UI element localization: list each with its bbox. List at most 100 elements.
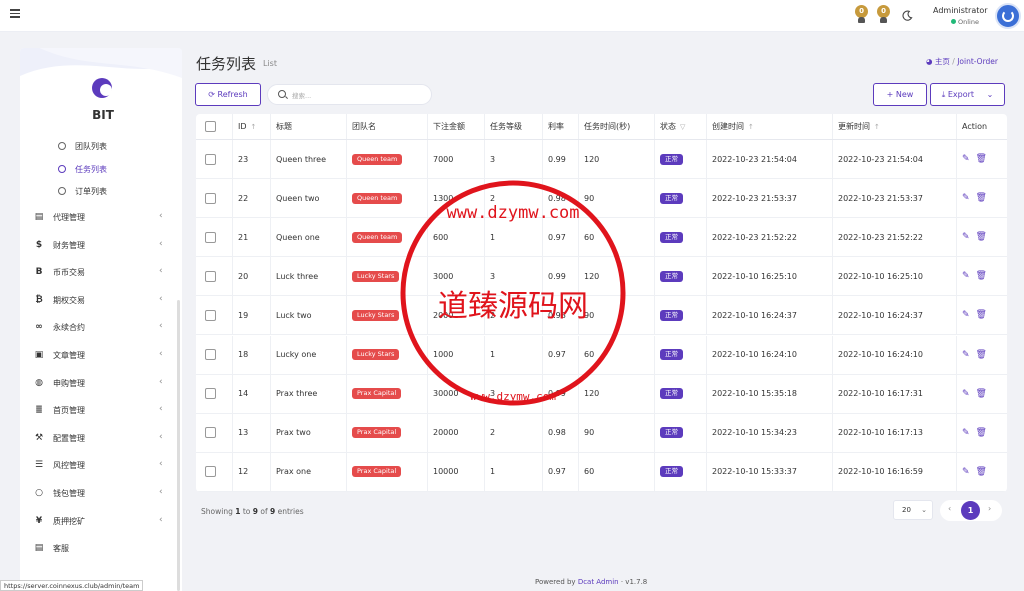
- row-checkbox[interactable]: [205, 231, 216, 243]
- moon-icon[interactable]: [902, 10, 913, 21]
- edit-icon[interactable]: ✎: [962, 310, 970, 320]
- edit-icon[interactable]: ✎: [962, 193, 970, 203]
- row-checkbox[interactable]: [205, 466, 216, 478]
- cell-id: 13: [232, 413, 266, 452]
- cell-level: 2: [484, 296, 542, 335]
- cell-status: 正常: [654, 296, 706, 335]
- edit-icon[interactable]: ✎: [962, 271, 970, 281]
- trash-icon[interactable]: 🗑: [976, 154, 987, 164]
- cell-updated: 2022-10-23 21:53:37: [832, 179, 956, 218]
- notification-bell-2[interactable]: 0: [877, 5, 891, 23]
- trash-icon[interactable]: 🗑: [976, 389, 987, 399]
- cell-amount: 20000: [427, 413, 485, 452]
- sidebar-subitem-1[interactable]: 任务列表: [20, 163, 182, 179]
- cell-action: ✎ 🗑: [956, 257, 1007, 296]
- trash-icon[interactable]: 🗑: [976, 428, 987, 438]
- sidebar-item-3[interactable]: ₿ 期权交易 ‹: [20, 294, 182, 310]
- cell-id: 12: [232, 452, 266, 491]
- row-checkbox[interactable]: [205, 349, 216, 361]
- status-badge: 正常: [660, 192, 683, 204]
- dcat-admin-link[interactable]: Dcat Admin: [578, 578, 619, 586]
- user-name[interactable]: Administrator: [933, 6, 988, 15]
- trash-icon[interactable]: 🗑: [976, 271, 987, 281]
- prev-page-icon[interactable]: ‹: [948, 504, 951, 513]
- sidebar-item-7[interactable]: ≣ 首页管理 ‹: [20, 404, 182, 420]
- sidebar-item-5[interactable]: ▣ 文章管理 ‹: [20, 349, 182, 365]
- row-checkbox[interactable]: [205, 270, 216, 282]
- sidebar-scrollbar[interactable]: [177, 300, 180, 591]
- chevron-left-icon: ‹: [159, 321, 163, 332]
- menu-toggle-icon[interactable]: [10, 9, 20, 18]
- sidebar-item-1[interactable]: $ 财务管理 ‹: [20, 239, 182, 255]
- export-button[interactable]: ⤓ Export ⌄: [930, 83, 1005, 106]
- breadcrumb-separator: /: [952, 57, 955, 66]
- cell-title: Queen one: [270, 218, 346, 257]
- edit-icon[interactable]: ✎: [962, 232, 970, 242]
- sidebar-item-12[interactable]: ▤ 客服: [20, 542, 182, 558]
- cell-team: Prax Capital: [346, 452, 428, 491]
- cell-level: 3: [484, 140, 542, 179]
- search-input[interactable]: 搜索...: [267, 84, 432, 105]
- sidebar-subitem-2[interactable]: 订单列表: [20, 185, 182, 201]
- next-page-icon[interactable]: ›: [988, 504, 991, 513]
- pagination: ‹ 1 ›: [940, 500, 1002, 521]
- sidebar-item-9[interactable]: ☰ 风控管理 ‹: [20, 459, 182, 475]
- cell-id: 19: [232, 296, 266, 335]
- trash-icon[interactable]: 🗑: [976, 310, 987, 320]
- edit-icon[interactable]: ✎: [962, 389, 970, 399]
- cell-created: 2022-10-10 15:35:18: [706, 374, 832, 413]
- cell-team: Lucky Stars: [346, 296, 428, 335]
- trash-icon[interactable]: 🗑: [976, 350, 987, 360]
- cell-action: ✎ 🗑: [956, 218, 1007, 257]
- chevron-left-icon: ‹: [159, 266, 163, 277]
- sidebar-item-11[interactable]: ¥ 质押挖矿 ‹: [20, 515, 182, 531]
- refresh-button[interactable]: ⟳ Refresh: [195, 83, 261, 106]
- col-id[interactable]: ID ↑: [232, 114, 266, 139]
- top-navbar: 0 0 Administrator Online: [0, 0, 1024, 32]
- trash-icon[interactable]: 🗑: [976, 193, 987, 203]
- sidebar-item-8[interactable]: ⚒ 配置管理 ‹: [20, 432, 182, 448]
- cell-created: 2022-10-10 15:33:37: [706, 452, 832, 491]
- sidebar-item-0[interactable]: ▤ 代理管理 ‹: [20, 211, 182, 227]
- col-created[interactable]: 创建时间 ↑: [706, 114, 832, 139]
- row-checkbox[interactable]: [205, 309, 216, 321]
- edit-icon[interactable]: ✎: [962, 467, 970, 477]
- per-page-select[interactable]: 20 ⌄: [893, 500, 933, 520]
- cell-created: 2022-10-23 21:53:37: [706, 179, 832, 218]
- cell-status: 正常: [654, 374, 706, 413]
- breadcrumb-home[interactable]: ◕ 主页: [926, 57, 952, 66]
- select-all-checkbox[interactable]: [205, 121, 216, 132]
- cell-time: 120: [578, 257, 654, 296]
- trash-icon[interactable]: 🗑: [976, 232, 987, 242]
- bitcoin-icon: ₿: [35, 294, 43, 305]
- row-select-cell: [196, 179, 228, 217]
- row-checkbox[interactable]: [205, 388, 216, 400]
- page-current[interactable]: 1: [961, 501, 980, 520]
- cell-team: Queen team: [346, 140, 428, 179]
- row-checkbox[interactable]: [205, 153, 216, 165]
- sidebar-item-6[interactable]: ◍ 申购管理 ‹: [20, 377, 182, 393]
- table-row: 21 Queen one Queen team 600 1 0.97 60 正常 2022-10…: [196, 218, 1007, 258]
- sidebar-subitem-0[interactable]: 团队列表: [20, 140, 182, 156]
- edit-icon[interactable]: ✎: [962, 350, 970, 360]
- cell-team: Queen team: [346, 179, 428, 218]
- row-select-cell: [196, 296, 228, 334]
- trash-icon[interactable]: 🗑: [976, 467, 987, 477]
- sidebar-item-4[interactable]: ∞ 永续合约 ‹: [20, 321, 182, 337]
- edit-icon[interactable]: ✎: [962, 428, 970, 438]
- edit-icon[interactable]: ✎: [962, 154, 970, 164]
- bell-icon: [858, 17, 865, 23]
- bell-icon: [880, 17, 887, 23]
- b-letter-icon: B: [35, 267, 43, 278]
- col-status[interactable]: 状态 ▽: [654, 114, 706, 139]
- sidebar-item-2[interactable]: B 币币交易 ‹: [20, 266, 182, 282]
- col-updated[interactable]: 更新时间 ↑: [832, 114, 956, 139]
- sidebar-item-10[interactable]: ○ 钱包管理 ‹: [20, 487, 182, 503]
- row-checkbox[interactable]: [205, 192, 216, 204]
- cell-rate: 0.97: [542, 452, 578, 491]
- status-badge: 正常: [660, 153, 683, 165]
- notification-bell-1[interactable]: 0: [855, 5, 869, 23]
- avatar[interactable]: [995, 3, 1021, 29]
- new-button[interactable]: + New: [873, 83, 927, 106]
- row-checkbox[interactable]: [205, 427, 216, 439]
